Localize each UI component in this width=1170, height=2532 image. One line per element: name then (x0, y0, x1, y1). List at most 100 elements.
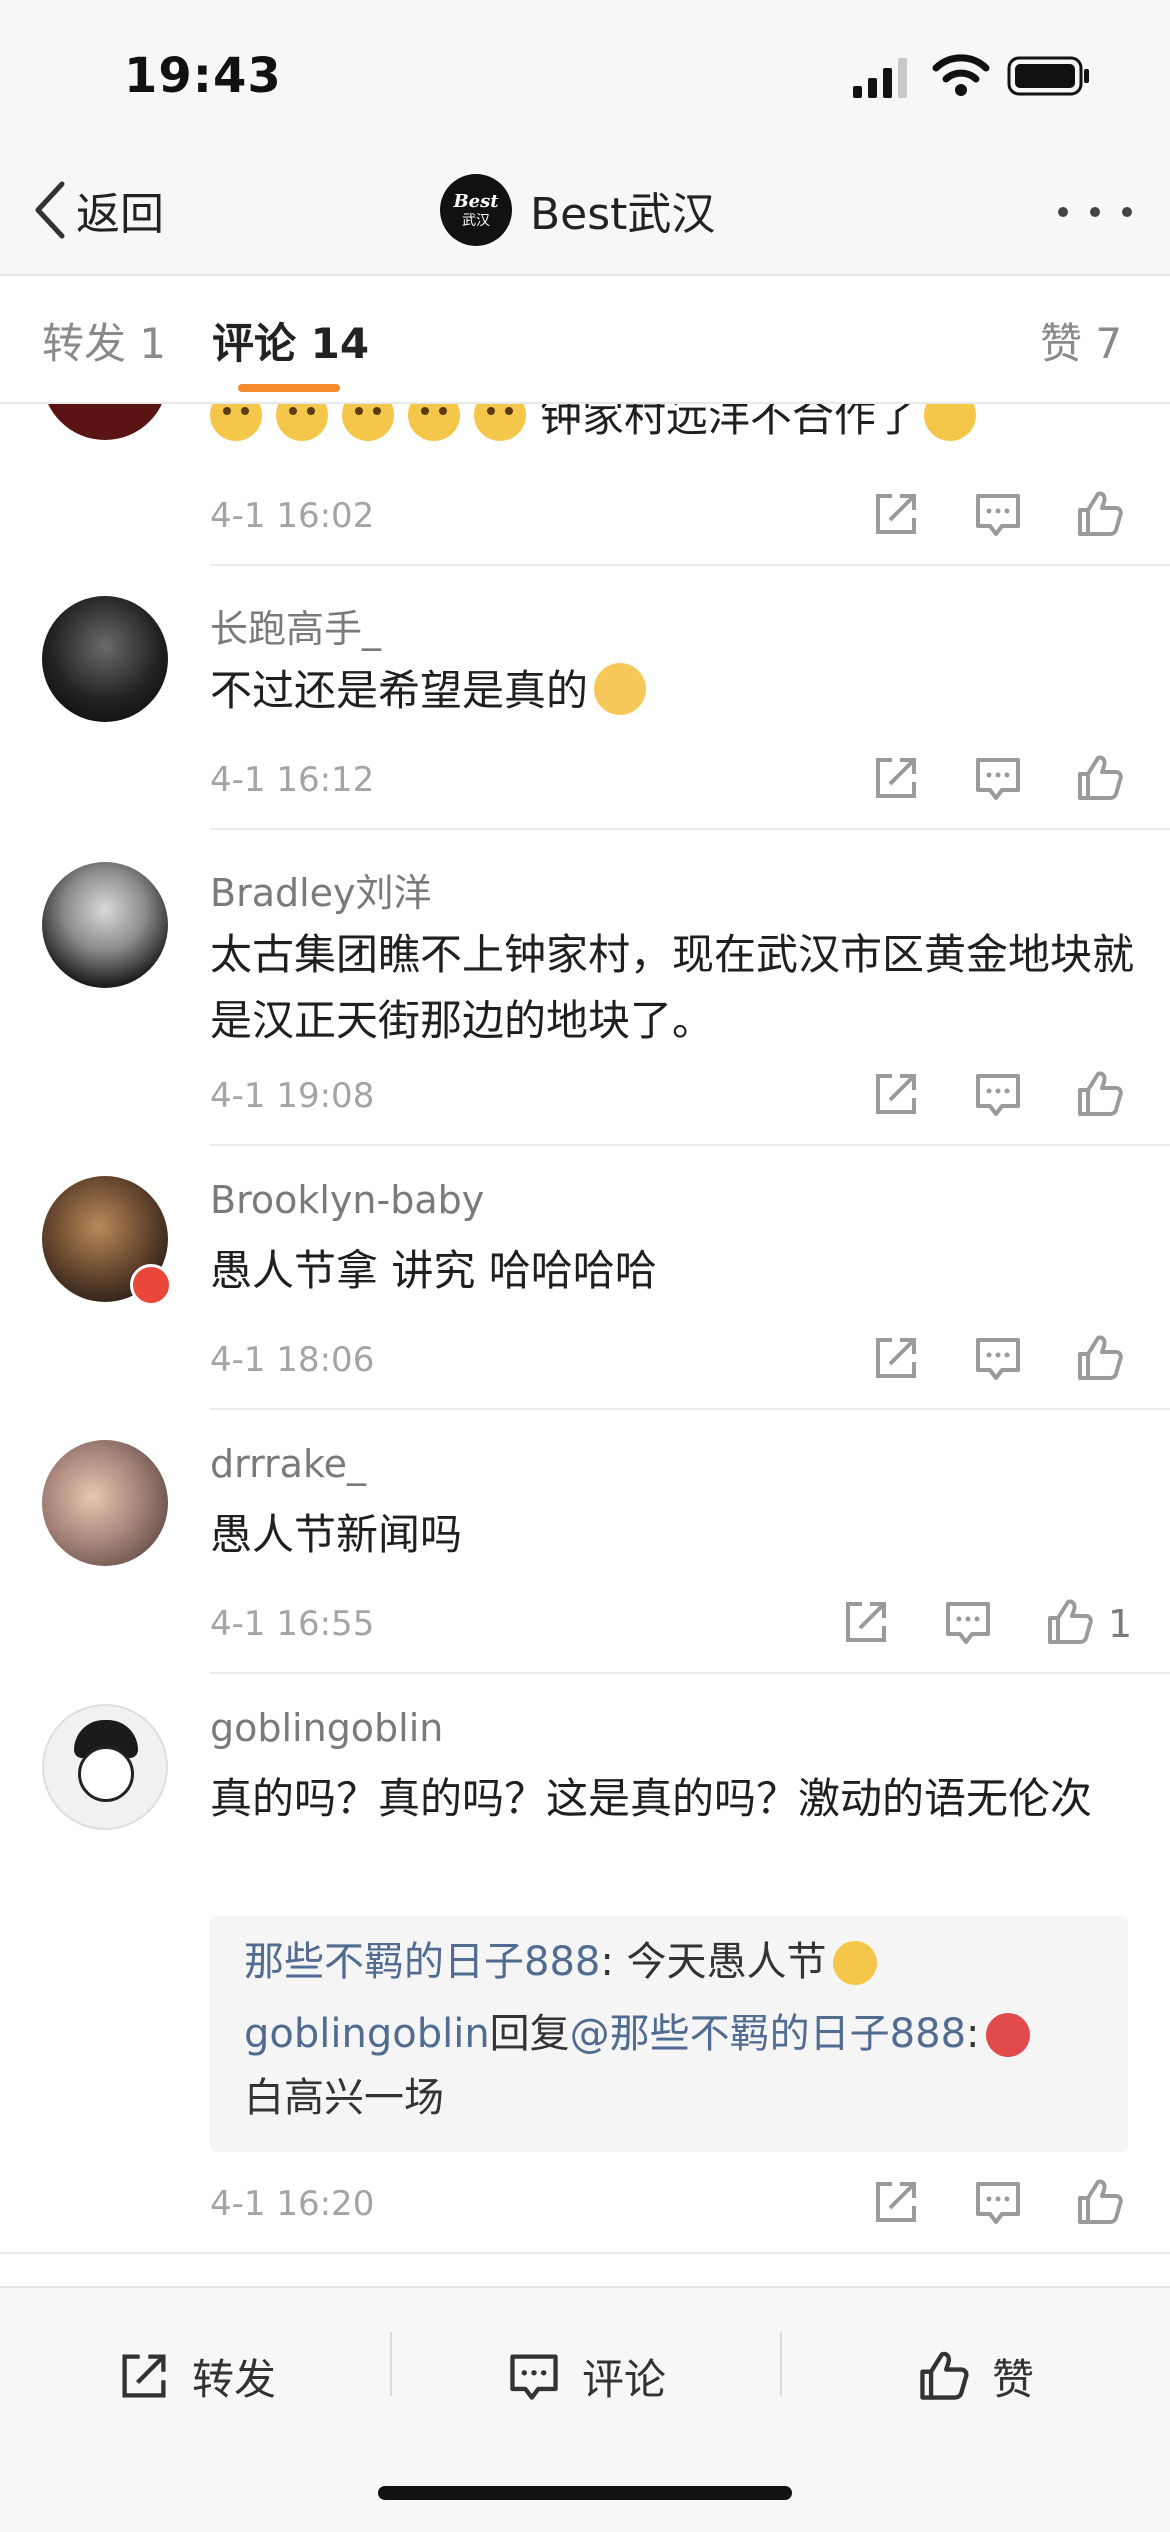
comment-time: 4-1 16:20 (210, 2184, 375, 2224)
comment-username[interactable]: 长跑高手_ (210, 598, 381, 653)
comment-username[interactable]: drrrake_ (210, 1442, 366, 1486)
comment-actions (870, 1332, 1170, 1388)
comment-text: 钟家村远洋不合作了 (210, 402, 1140, 450)
tab-likes[interactable]: 赞 7 (1040, 310, 1122, 371)
like-button[interactable]: 赞 (916, 2336, 1034, 2416)
comment-actions (870, 2176, 1170, 2232)
comment-text: 不过还是希望是真的 (210, 658, 1140, 724)
comment-item: Brooklyn-baby 愚人节拿 讲究 哈哈哈哈 4-1 18:06 (0, 1146, 1170, 1410)
tab-bar: 转发 1 评论 14 赞 7 (0, 276, 1170, 404)
like-icon (920, 2351, 969, 2400)
comment-icon[interactable] (972, 1068, 1024, 1120)
comment-time: 4-1 16:12 (210, 760, 375, 800)
laugh-cry-emoji-icon (924, 402, 977, 441)
account-logo: Best 武汉 (440, 174, 512, 246)
comment-text-body: 不过还是希望是真的 (210, 666, 589, 715)
more-options-icon[interactable] (1058, 202, 1132, 222)
page-title: Best武汉 (530, 189, 716, 240)
comment-icon[interactable] (972, 488, 1024, 540)
comment-text-body: 钟家村远洋不合作了 (540, 402, 919, 441)
reply-preview-box[interactable]: 那些不羁的日子888: 今天愚人节 goblingoblin回复@那些不羁的日子… (210, 1916, 1128, 2152)
comment-icon[interactable] (972, 1332, 1024, 1384)
weibo-comments-screen: 19:43 返回 Best 武汉 Best武汉 转发 1 评论 14 赞 7 钟… (0, 0, 1170, 2532)
bottom-separator (780, 2332, 782, 2396)
comment-text: 真的吗？真的吗？这是真的吗？激动的语无伦次 (210, 1774, 1093, 1823)
repost-icon[interactable] (870, 1068, 922, 1120)
comment-text: 太古集团瞧不上钟家村，现在武汉市区黄金地块就是汉正天街那边的地块了。 (210, 930, 1135, 1045)
reply-line-3: 白高兴一场 (244, 2075, 444, 2121)
repost-button[interactable]: 转发 (116, 2336, 276, 2416)
status-time: 19:43 (124, 48, 282, 104)
tab-comments[interactable]: 评论 14 (212, 310, 369, 371)
top-nav: 返回 Best 武汉 Best武汉 (0, 150, 1170, 276)
comment-item: 钟家村远洋不合作了 4-1 16:02 (0, 402, 1170, 566)
like-icon[interactable] (1074, 1068, 1126, 1120)
wifi-icon (932, 54, 990, 96)
comment-username[interactable]: goblingoblin (210, 1706, 443, 1750)
broken-heart-emoji-icon (985, 2013, 1030, 2057)
comment-item: goblingoblin 真的吗？真的吗？这是真的吗？激动的语无伦次 那些不羁的… (0, 1674, 1170, 2254)
avatar[interactable] (42, 862, 168, 988)
bottom-separator (390, 2332, 392, 2396)
reply-username[interactable]: 那些不羁的日子888 (244, 1939, 600, 1985)
reply-username[interactable]: goblingoblin (244, 2011, 490, 2057)
avatar[interactable] (42, 596, 168, 722)
like-icon[interactable] (1074, 1332, 1126, 1384)
comment-icon[interactable] (972, 752, 1024, 804)
comment-actions (870, 752, 1170, 808)
doge-emoji-icon (832, 1941, 877, 1985)
vip-badge-icon (130, 1264, 172, 1306)
comment-text: 愚人节新闻吗 (210, 1510, 463, 1559)
repost-icon[interactable] (840, 1596, 892, 1648)
avatar[interactable] (42, 1440, 168, 1566)
repost-icon (122, 2354, 166, 2398)
reply-verb: 回复 (489, 2011, 570, 2057)
comment-text: 愚人节拿 讲究 哈哈哈哈 (210, 1246, 657, 1295)
comment-username[interactable]: Brooklyn-baby (210, 1178, 484, 1222)
repost-icon[interactable] (870, 1332, 922, 1384)
like-icon[interactable] (1044, 1596, 1096, 1648)
repost-icon[interactable] (870, 2176, 922, 2228)
comment-button-label: 评论 (582, 2354, 667, 2404)
active-tab-indicator (238, 384, 340, 392)
comment-item: drrrake_ 愚人节新闻吗 4-1 16:55 1 (0, 1410, 1170, 1674)
logo-text-wuhan: 武汉 (462, 212, 490, 229)
reply-colon: : (966, 2011, 980, 2057)
like-icon[interactable] (1074, 752, 1126, 804)
reply-line-2: goblingoblin回复@那些不羁的日子888: (244, 2002, 1030, 2066)
comment-icon (510, 2354, 558, 2400)
battery-icon (1007, 56, 1089, 96)
account-header[interactable]: Best 武汉 Best武汉 (440, 172, 715, 248)
reply-line-1: 那些不羁的日子888: 今天愚人节 (244, 1930, 877, 1994)
comment-item: 长跑高手_ 不过还是希望是真的 4-1 16:12 (0, 566, 1170, 830)
comment-time: 4-1 18:06 (210, 1340, 375, 1380)
avatar[interactable] (42, 1176, 172, 1306)
like-icon[interactable] (1074, 2176, 1126, 2228)
doge-emoji-icon (342, 402, 394, 441)
doge-emoji-icon (276, 402, 328, 441)
comment-actions: 1 (846, 1596, 1170, 1652)
repost-icon[interactable] (870, 752, 922, 804)
tab-repost[interactable]: 转发 1 (42, 310, 166, 371)
reply-mention[interactable]: @那些不羁的日子888 (570, 2011, 966, 2057)
like-count: 1 (1108, 1602, 1133, 1646)
repost-icon[interactable] (870, 488, 922, 540)
like-icon[interactable] (1074, 488, 1126, 540)
avatar[interactable] (42, 1704, 168, 1830)
comment-icon[interactable] (972, 2176, 1024, 2228)
home-indicator[interactable] (378, 2486, 792, 2500)
comment-username[interactable]: Bradley刘洋 (210, 862, 432, 917)
reply-text: : 今天愚人节 (600, 1939, 827, 1985)
comment-icon[interactable] (942, 1596, 994, 1648)
doge-emoji-icon (210, 402, 262, 441)
comment-time: 4-1 16:55 (210, 1604, 375, 1644)
avatar[interactable] (42, 402, 168, 440)
back-label: 返回 (76, 189, 164, 240)
cellular-signal-icon (853, 58, 907, 98)
doge-emoji-icon (474, 402, 526, 441)
back-button[interactable]: 返回 (32, 178, 164, 242)
chevron-left-icon (35, 181, 65, 239)
logo-text-best: Best (453, 190, 499, 212)
comment-button[interactable]: 评论 (506, 2336, 666, 2416)
comment-time: 4-1 16:02 (210, 496, 375, 536)
